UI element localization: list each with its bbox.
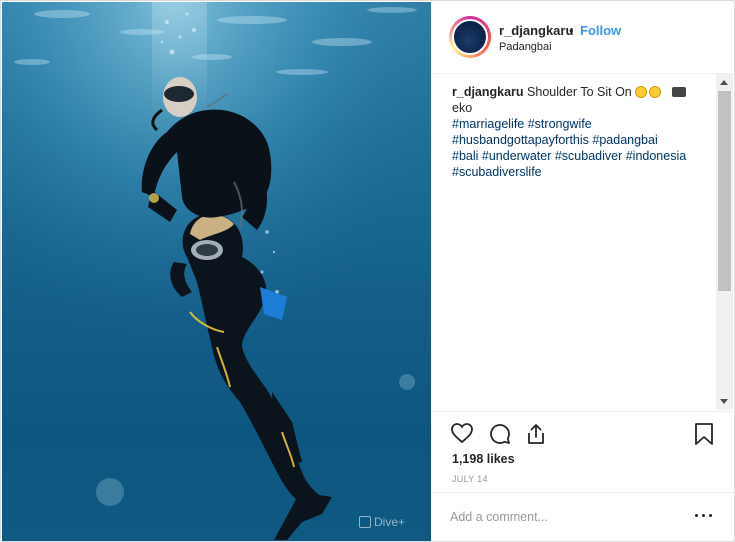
- scroll-thumb[interactable]: [718, 91, 731, 291]
- caption-username[interactable]: r_djangkaru: [452, 85, 524, 99]
- post-photo[interactable]: Dive+: [2, 2, 431, 541]
- comments-scrollbar[interactable]: [716, 74, 733, 410]
- comments-section[interactable]: r_djangkaru Shoulder To Sit On eko #marr…: [432, 74, 734, 410]
- separator-dot: •: [569, 23, 574, 38]
- hashtag-line[interactable]: #scubadiverslife: [452, 164, 714, 180]
- caption-continuation: eko: [452, 101, 473, 115]
- share-icon[interactable]: [524, 422, 548, 451]
- comment-input[interactable]: [450, 507, 680, 527]
- comment-bubble-icon[interactable]: [488, 422, 512, 451]
- like-count[interactable]: 1,198 likes: [452, 452, 515, 466]
- more-options-icon[interactable]: [694, 508, 714, 522]
- grinning-emoji-icon: [635, 86, 648, 98]
- camera-emoji-icon: [671, 87, 686, 97]
- underwater-divers-image: [2, 2, 431, 541]
- username-link[interactable]: r_djangkaru: [499, 23, 573, 38]
- hashtag-line[interactable]: #bali #underwater #scubadiver #indonesia: [452, 148, 714, 164]
- instagram-post: Dive+ r_djangkaru • Follow Padangbai r_d…: [0, 0, 735, 542]
- comment-box: [432, 492, 734, 542]
- location-link[interactable]: Padangbai: [499, 41, 552, 53]
- post-date[interactable]: JULY 14: [452, 474, 488, 484]
- grinning-emoji-icon: [649, 86, 662, 98]
- post-header: r_djangkaru • Follow Padangbai: [432, 1, 734, 74]
- bookmark-icon[interactable]: [694, 422, 714, 451]
- heart-icon[interactable]: [450, 422, 474, 449]
- watermark-icon: [359, 516, 371, 528]
- scroll-up-arrow-icon[interactable]: [720, 80, 728, 85]
- follow-button[interactable]: Follow: [580, 23, 621, 38]
- watermark-text: Dive+: [374, 515, 406, 529]
- post-side-panel: r_djangkaru • Follow Padangbai r_djangka…: [432, 1, 734, 541]
- story-ring[interactable]: [449, 16, 491, 58]
- hashtag-line[interactable]: #husbandgottapayforthis #padangbai: [452, 132, 714, 148]
- scroll-down-arrow-icon[interactable]: [720, 399, 728, 404]
- hashtag-line[interactable]: #marriagelife #strongwife: [452, 116, 714, 132]
- photo-watermark: Dive+: [359, 515, 405, 529]
- action-bar: [432, 411, 734, 456]
- caption: r_djangkaru Shoulder To Sit On eko #marr…: [452, 84, 714, 180]
- avatar[interactable]: [452, 19, 488, 55]
- caption-text: Shoulder To Sit On: [527, 85, 632, 99]
